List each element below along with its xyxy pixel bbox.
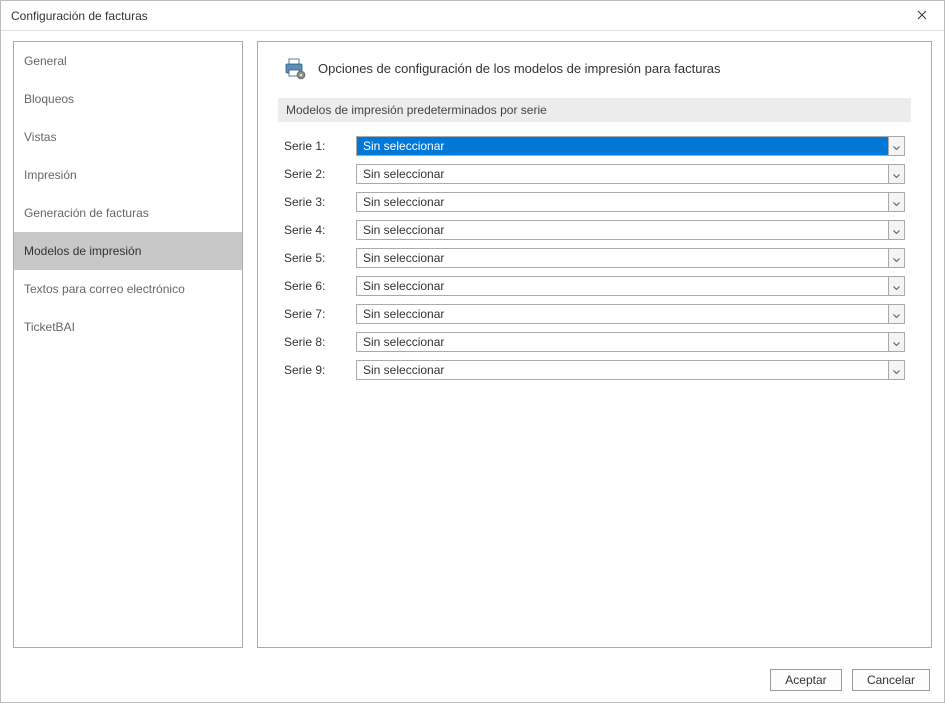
combo-drop-button-serie-4[interactable] <box>888 221 904 239</box>
form-label-serie-4: Serie 4: <box>284 223 344 237</box>
window-title: Configuración de facturas <box>11 9 148 23</box>
sidebar-item-6[interactable]: Textos para correo electrónico <box>14 270 242 308</box>
sidebar-item-0[interactable]: General <box>14 42 242 80</box>
combo-serie-8[interactable]: Sin seleccionar <box>356 332 905 352</box>
form-label-serie-9: Serie 9: <box>284 363 344 377</box>
form-row-serie-7: Serie 7: Sin seleccionar <box>284 304 905 324</box>
form-row-serie-6: Serie 6: Sin seleccionar <box>284 276 905 296</box>
form-label-serie-6: Serie 6: <box>284 279 344 293</box>
combo-drop-button-serie-6[interactable] <box>888 277 904 295</box>
combo-value-serie-2: Sin seleccionar <box>357 165 888 183</box>
chevron-down-icon <box>893 139 900 153</box>
chevron-down-icon <box>893 363 900 377</box>
combo-value-serie-5: Sin seleccionar <box>357 249 888 267</box>
form-row-serie-3: Serie 3: Sin seleccionar <box>284 192 905 212</box>
combo-value-serie-8: Sin seleccionar <box>357 333 888 351</box>
form-label-serie-3: Serie 3: <box>284 195 344 209</box>
combo-drop-button-serie-2[interactable] <box>888 165 904 183</box>
combo-drop-button-serie-9[interactable] <box>888 361 904 379</box>
form-label-serie-7: Serie 7: <box>284 307 344 321</box>
accept-button[interactable]: Aceptar <box>770 669 842 691</box>
combo-serie-6[interactable]: Sin seleccionar <box>356 276 905 296</box>
sidebar-item-1[interactable]: Bloqueos <box>14 80 242 118</box>
main-panel: Opciones de configuración de los modelos… <box>257 41 932 648</box>
chevron-down-icon <box>893 223 900 237</box>
combo-value-serie-6: Sin seleccionar <box>357 277 888 295</box>
combo-drop-button-serie-3[interactable] <box>888 193 904 211</box>
combo-value-serie-4: Sin seleccionar <box>357 221 888 239</box>
combo-value-serie-3: Sin seleccionar <box>357 193 888 211</box>
chevron-down-icon <box>893 307 900 321</box>
combo-value-serie-7: Sin seleccionar <box>357 305 888 323</box>
form-label-serie-2: Serie 2: <box>284 167 344 181</box>
form-row-serie-8: Serie 8: Sin seleccionar <box>284 332 905 352</box>
titlebar: Configuración de facturas <box>1 1 944 31</box>
combo-serie-9[interactable]: Sin seleccionar <box>356 360 905 380</box>
chevron-down-icon <box>893 335 900 349</box>
combo-serie-3[interactable]: Sin seleccionar <box>356 192 905 212</box>
combo-drop-button-serie-5[interactable] <box>888 249 904 267</box>
combo-serie-5[interactable]: Sin seleccionar <box>356 248 905 268</box>
combo-serie-7[interactable]: Sin seleccionar <box>356 304 905 324</box>
combo-serie-1[interactable]: Sin seleccionar <box>356 136 905 156</box>
form-rows: Serie 1: Sin seleccionar Serie 2: Sin selec… <box>278 136 911 380</box>
content-area: GeneralBloqueosVistasImpresiónGeneración… <box>1 31 944 658</box>
combo-serie-2[interactable]: Sin seleccionar <box>356 164 905 184</box>
cancel-button[interactable]: Cancelar <box>852 669 930 691</box>
printer-gear-icon <box>282 56 306 80</box>
sidebar-item-4[interactable]: Generación de facturas <box>14 194 242 232</box>
combo-drop-button-serie-7[interactable] <box>888 305 904 323</box>
section-header: Modelos de impresión predeterminados por… <box>278 98 911 122</box>
form-row-serie-1: Serie 1: Sin seleccionar <box>284 136 905 156</box>
close-icon <box>917 9 927 23</box>
sidebar-item-3[interactable]: Impresión <box>14 156 242 194</box>
form-label-serie-8: Serie 8: <box>284 335 344 349</box>
form-label-serie-1: Serie 1: <box>284 139 344 153</box>
form-row-serie-2: Serie 2: Sin seleccionar <box>284 164 905 184</box>
panel-title: Opciones de configuración de los modelos… <box>318 61 721 76</box>
chevron-down-icon <box>893 195 900 209</box>
combo-drop-button-serie-1[interactable] <box>888 137 904 155</box>
form-label-serie-5: Serie 5: <box>284 251 344 265</box>
sidebar: GeneralBloqueosVistasImpresiónGeneración… <box>13 41 243 648</box>
chevron-down-icon <box>893 279 900 293</box>
window-frame: Configuración de facturas GeneralBloqueo… <box>0 0 945 703</box>
sidebar-item-7[interactable]: TicketBAI <box>14 308 242 346</box>
chevron-down-icon <box>893 251 900 265</box>
form-row-serie-4: Serie 4: Sin seleccionar <box>284 220 905 240</box>
dialog-footer: Aceptar Cancelar <box>1 658 944 702</box>
combo-drop-button-serie-8[interactable] <box>888 333 904 351</box>
close-button[interactable] <box>899 1 944 31</box>
chevron-down-icon <box>893 167 900 181</box>
sidebar-item-5[interactable]: Modelos de impresión <box>14 232 242 270</box>
combo-value-serie-9: Sin seleccionar <box>357 361 888 379</box>
form-row-serie-9: Serie 9: Sin seleccionar <box>284 360 905 380</box>
combo-serie-4[interactable]: Sin seleccionar <box>356 220 905 240</box>
panel-header: Opciones de configuración de los modelos… <box>278 56 911 80</box>
sidebar-item-2[interactable]: Vistas <box>14 118 242 156</box>
combo-value-serie-1: Sin seleccionar <box>357 137 888 155</box>
form-row-serie-5: Serie 5: Sin seleccionar <box>284 248 905 268</box>
